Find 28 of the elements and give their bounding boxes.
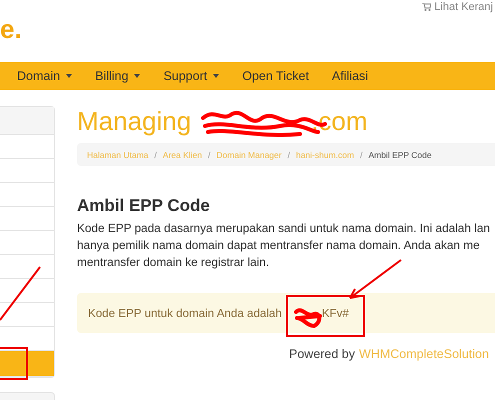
- page-title: .com: [311, 106, 368, 137]
- cart-link[interactable]: Lihat Keranj: [422, 1, 493, 13]
- sidebar-item[interactable]: [0, 351, 54, 377]
- nav-item[interactable]: Open Ticket: [242, 69, 309, 83]
- breadcrumb-separator: /: [288, 150, 290, 160]
- nav-item[interactable]: Domain: [17, 69, 72, 83]
- caret-icon: [66, 74, 72, 78]
- powered-by-text: Powered by: [289, 347, 356, 361]
- epp-code: KFv#: [322, 306, 349, 320]
- alert-text: Kode EPP untuk domain Anda adalah: [88, 306, 282, 320]
- description-line: mentransfer domain ke registrar lain.: [77, 254, 270, 271]
- nav-item[interactable]: Support: [163, 69, 220, 83]
- description-line: Kode EPP pada dasarnya merupakan sandi untuk nama domain. Ini adalah lan: [77, 220, 491, 237]
- logo[interactable]: e.: [0, 14, 22, 45]
- description-line: hanya pemilik nama domain dapat mentransfer nama domain. Anda akan me: [77, 237, 481, 254]
- breadcrumb-separator: /: [208, 150, 210, 160]
- caret-icon: [213, 74, 220, 78]
- scribble: [294, 308, 322, 328]
- breadcrumb-separator: /: [360, 150, 362, 160]
- nav-item[interactable]: Billing: [95, 69, 140, 83]
- section-heading: Ambil EPP Code: [77, 196, 211, 216]
- annotation-arrow: [349, 259, 402, 299]
- annotation-line: [0, 266, 41, 321]
- cart-icon: [422, 3, 432, 11]
- breadcrumb-separator: /: [154, 150, 157, 160]
- caret-icon: [134, 74, 140, 78]
- nav-item[interactable]: Afiliasi: [332, 69, 368, 83]
- page-title: Managing: [77, 106, 192, 137]
